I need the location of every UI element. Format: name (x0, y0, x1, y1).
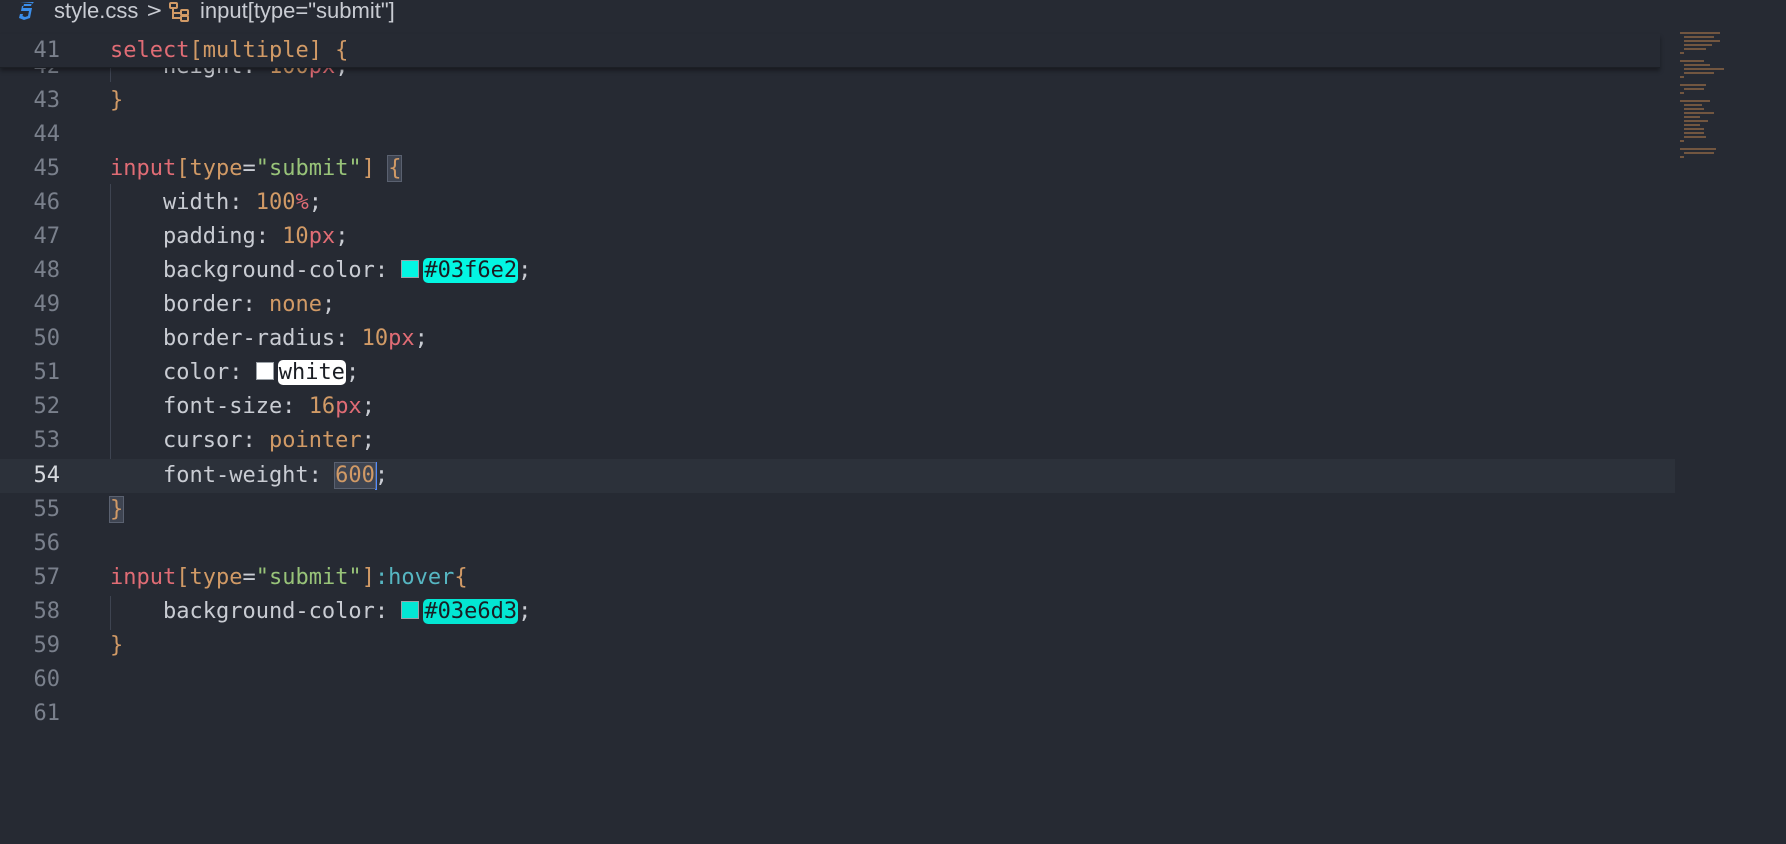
code-line: background-color: #03f6e2; (110, 258, 532, 283)
code-row[interactable]: 49 border: none; (0, 288, 1675, 322)
color-value: white (277, 360, 346, 385)
line-number: 60 (33, 667, 61, 692)
line-number: 53 (33, 428, 61, 453)
code-row[interactable]: 60 (0, 663, 1675, 697)
line-number: 57 (33, 565, 61, 590)
line-number: 51 (33, 360, 61, 385)
line-number: 52 (33, 394, 61, 419)
color-value: #03e6d3 (423, 599, 519, 624)
code-row[interactable]: 50 border-radius: 10px; (0, 322, 1675, 356)
code-line: padding: 10px; (110, 224, 349, 249)
line-number: 58 (33, 599, 61, 624)
color-value: #03f6e2 (423, 258, 519, 283)
code-line: background-color: #03e6d3; (110, 599, 532, 624)
line-number: 56 (33, 531, 61, 556)
code-line: select[multiple] { (110, 38, 349, 63)
matching-bracket: } (108, 496, 125, 523)
breadcrumb-symbol[interactable]: input[type="submit"] (200, 0, 395, 24)
matching-bracket: { (387, 155, 403, 182)
css3-icon (16, 0, 38, 22)
code-row[interactable]: 55 } (0, 493, 1675, 527)
code-line: cursor: pointer; (110, 428, 375, 453)
color-swatch[interactable] (401, 601, 420, 619)
line-number: 50 (33, 326, 61, 351)
code-line: border: none; (110, 292, 336, 317)
code-line: } (110, 633, 124, 658)
color-swatch[interactable] (255, 362, 274, 380)
code-row[interactable]: 51 color: white; (0, 356, 1675, 390)
word-highlight: 600 (334, 462, 376, 489)
code-row[interactable]: 52 font-size: 16px; (0, 390, 1675, 424)
code-row[interactable]: 61 (0, 697, 1675, 731)
code-row[interactable]: 47 padding: 10px; (0, 220, 1675, 254)
breadcrumb-chevron-icon: > (146, 0, 163, 22)
css-selector-symbol-icon (168, 0, 194, 24)
code-row[interactable]: 57 input[type="submit"]:hover{ (0, 561, 1675, 595)
line-number: 59 (33, 633, 61, 658)
line-number: 55 (33, 497, 61, 522)
code-row[interactable]: 58 background-color: #03e6d3; (0, 595, 1675, 629)
code-line: color: white; (110, 360, 360, 385)
sticky-scroll-header[interactable]: 41 select[multiple] { (0, 34, 1660, 68)
code-line: input[type="submit"] { (110, 155, 403, 182)
line-number: 61 (33, 701, 61, 726)
code-row[interactable]: 45 input[type="submit"] { (0, 152, 1675, 186)
code-row[interactable]: 44 (0, 118, 1675, 152)
line-number: 47 (33, 224, 61, 249)
code-line: } (108, 493, 125, 527)
code-line: border-radius: 10px; (110, 326, 428, 351)
code-editor[interactable]: style.css > input[type="submit"] 41 sele… (0, 0, 1786, 844)
line-number: 41 (33, 38, 61, 63)
code-line: font-weight: 600; (110, 462, 389, 490)
line-number: 54 (33, 463, 61, 488)
color-swatch[interactable] (401, 260, 420, 278)
line-number: 46 (33, 190, 61, 215)
line-number: 48 (33, 258, 61, 283)
code-row[interactable]: 53 cursor: pointer; (0, 424, 1675, 458)
code-row-current[interactable]: 54 font-weight: 600; (0, 459, 1675, 493)
code-row[interactable]: 43 } (0, 84, 1675, 118)
code-row[interactable]: 59 } (0, 629, 1675, 663)
line-number: 49 (33, 292, 61, 317)
line-number: 45 (33, 156, 61, 181)
line-number: 44 (33, 122, 61, 147)
code-row[interactable]: 48 background-color: #03f6e2; (0, 254, 1675, 288)
code-line: input[type="submit"]:hover{ (110, 565, 468, 590)
code-row[interactable]: 56 (0, 527, 1675, 561)
code-line: font-size: 16px; (110, 394, 375, 419)
line-number: 43 (33, 88, 61, 113)
code-line: width: 100%; (110, 190, 322, 215)
breadcrumb: style.css > input[type="submit"] (0, 0, 1660, 26)
code-line: } (110, 88, 124, 113)
code-row[interactable]: 46 width: 100%; (0, 186, 1675, 220)
breadcrumb-file[interactable]: style.css (54, 0, 138, 24)
minimap[interactable] (1680, 30, 1740, 160)
